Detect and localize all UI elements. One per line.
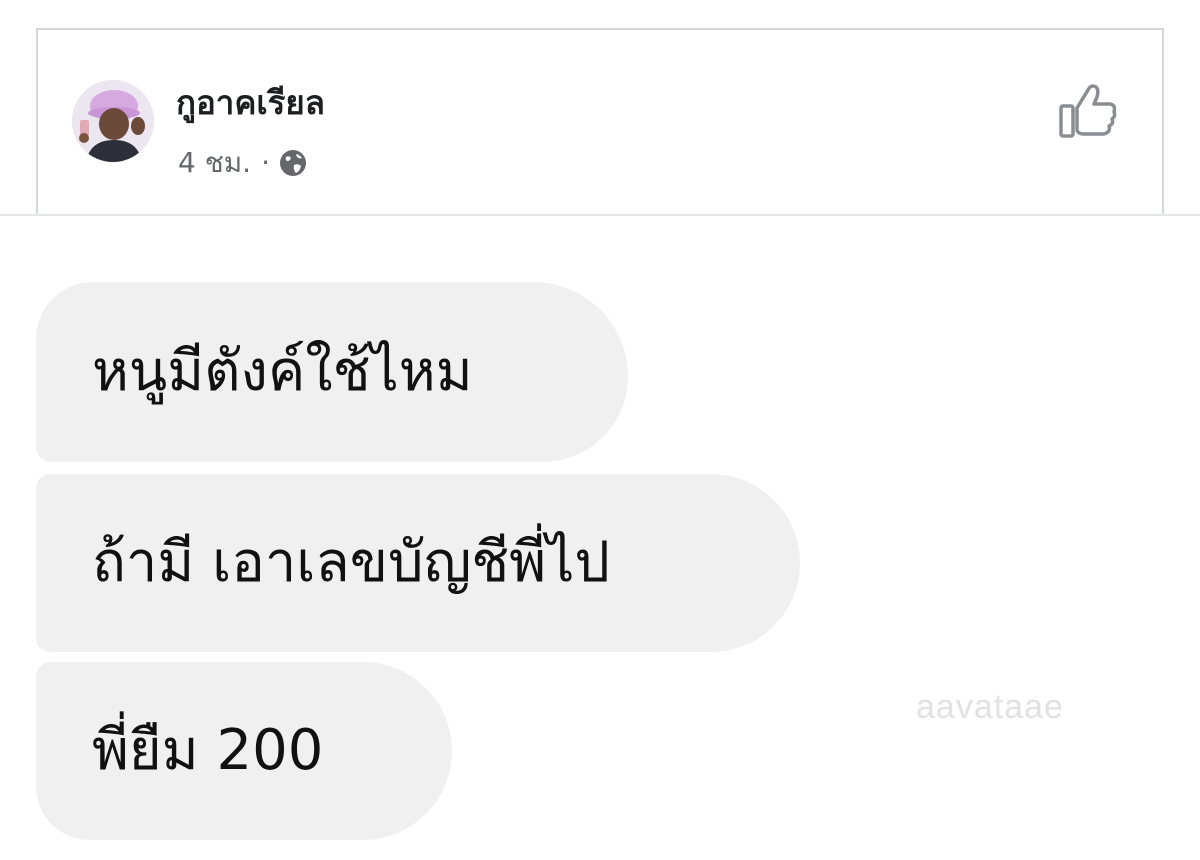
author-name[interactable]: กูอาคเรียล — [176, 86, 325, 119]
watermark: aavataae — [916, 688, 1064, 726]
message-text: ถ้ามี เอาเลขบัญชีพี่ไป — [92, 530, 610, 595]
message-text: พี่ยืม 200 — [92, 718, 324, 783]
globe-icon[interactable] — [278, 148, 308, 178]
message-bubble: ถ้ามี เอาเลขบัญชีพี่ไป — [36, 474, 800, 652]
message-text: หนูมีตังค์ใช้ไหม — [92, 339, 473, 404]
thumbs-up-icon — [1059, 84, 1117, 138]
meta-separator: · — [261, 146, 270, 179]
post-meta: 4 ชม. · — [178, 148, 308, 178]
feed-divider — [0, 214, 1200, 216]
avatar-image — [72, 80, 154, 162]
avatar[interactable] — [72, 80, 154, 162]
message-bubble: หนูมีตังค์ใช้ไหม — [36, 282, 628, 462]
post-timestamp[interactable]: 4 ชม. — [178, 149, 251, 177]
message-bubble: พี่ยืม 200 — [36, 662, 452, 840]
like-button[interactable] — [1056, 78, 1120, 142]
post-header-card: กูอาคเรียล 4 ชม. · — [36, 28, 1164, 216]
